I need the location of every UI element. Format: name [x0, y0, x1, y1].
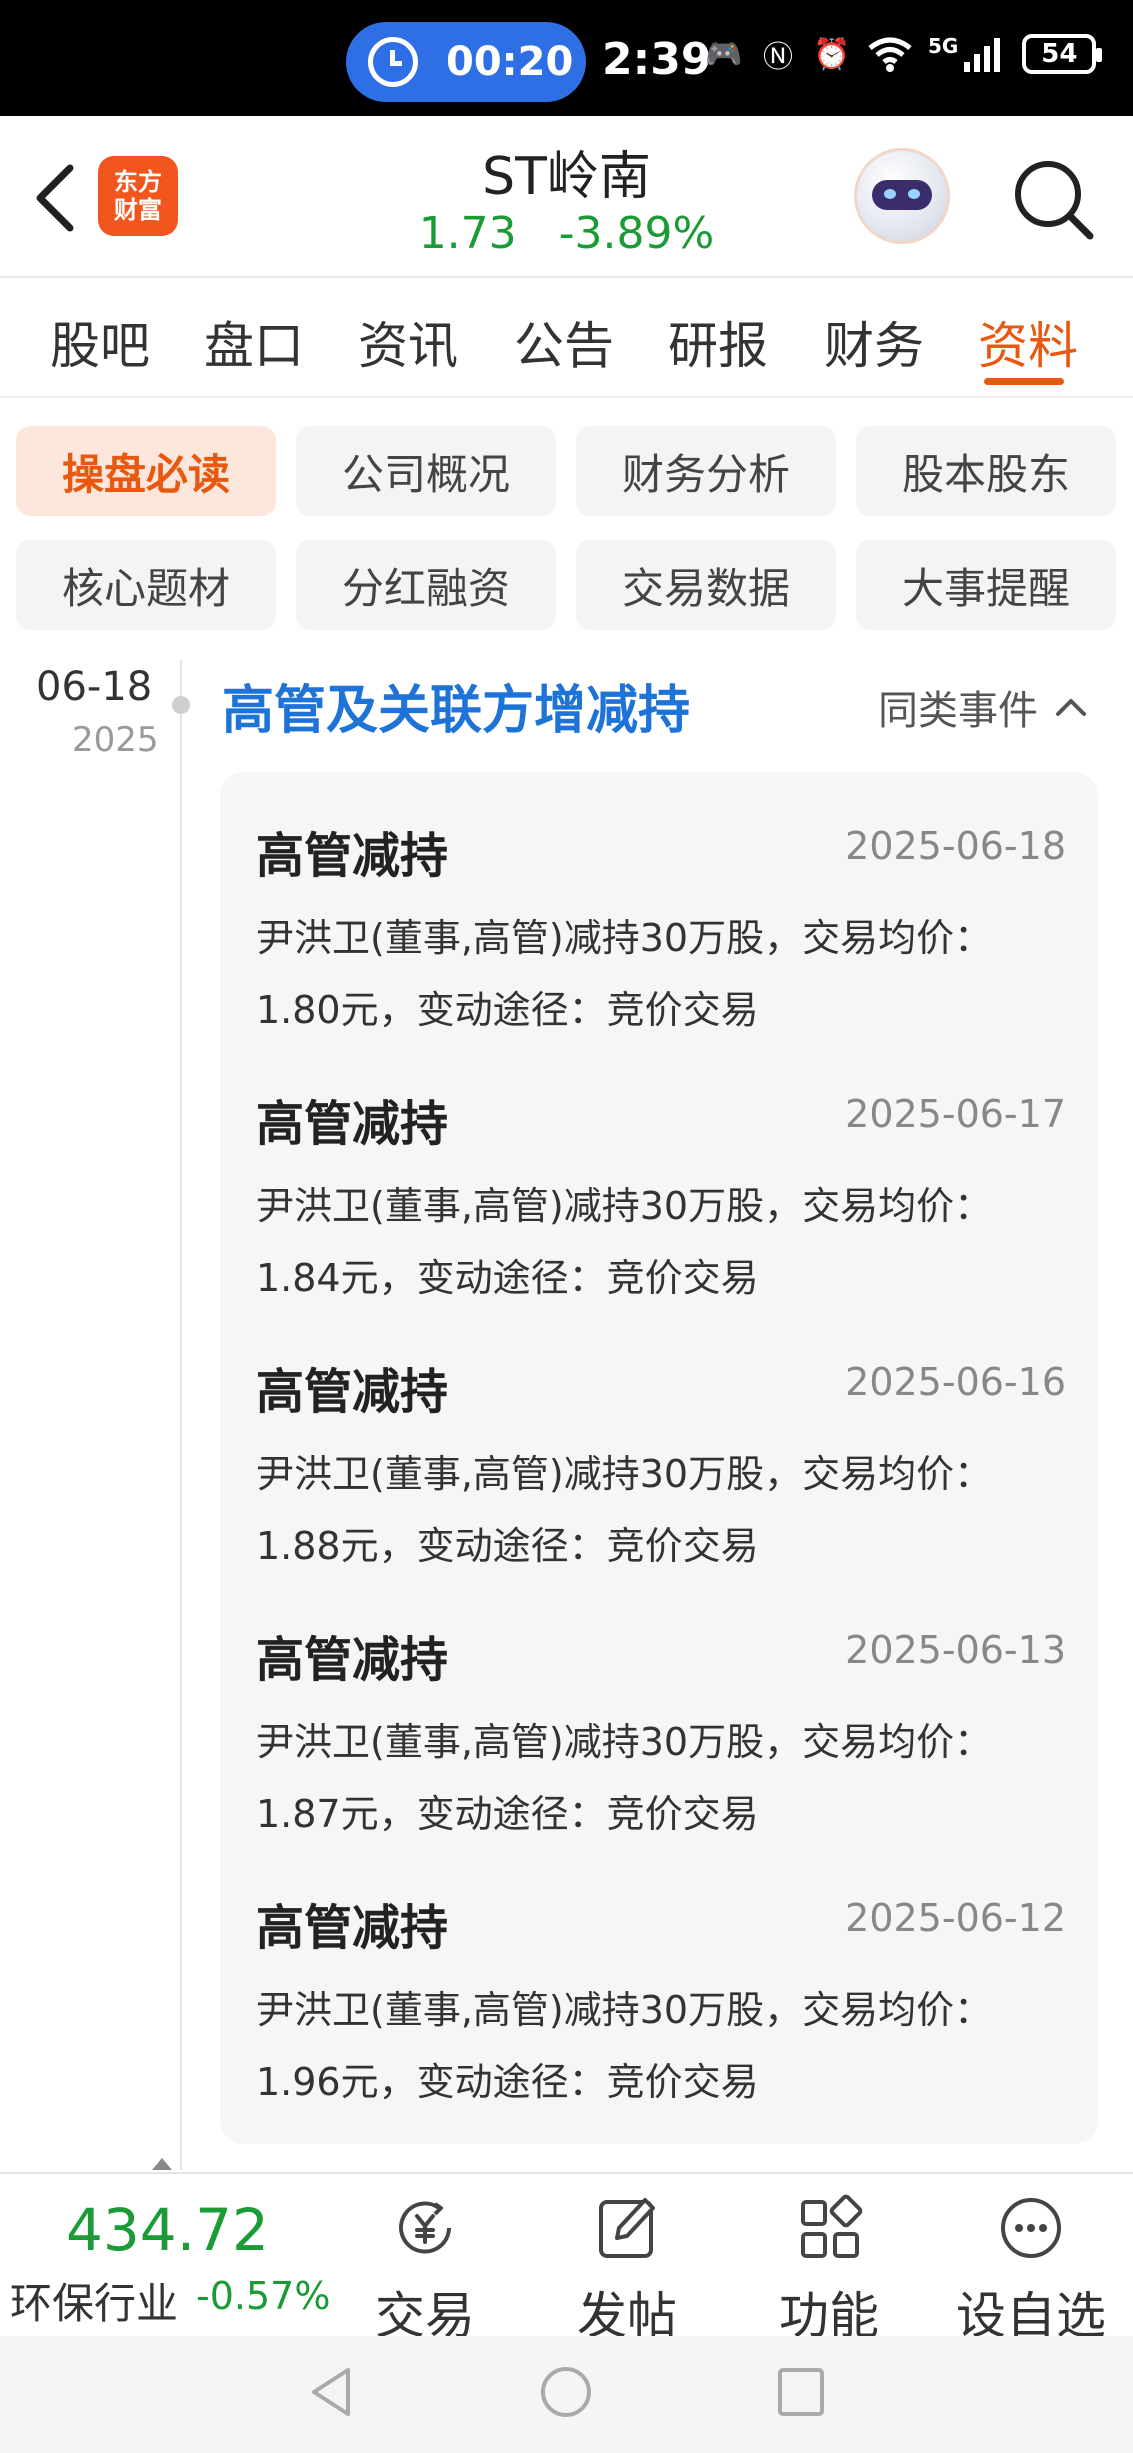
signal-icon: [964, 38, 1001, 72]
stock-price: 1.73: [418, 208, 517, 259]
trade-yen-icon: [399, 2201, 451, 2254]
nav-home-icon[interactable]: [538, 2364, 594, 2420]
tab-announcements[interactable]: 公告: [514, 306, 614, 378]
events-card: 高管减持 2025-06-18 尹洪卫(董事,高管)减持30万股，交易均价：1.…: [220, 772, 1098, 2144]
event-date: 2025-06-17: [845, 1092, 1066, 1136]
tab-bar: 股吧 盘口 资讯 公告 研报 财务 资料: [0, 278, 1133, 398]
event-description: 尹洪卫(董事,高管)减持30万股，交易均价：1.88元，变动途径：竞价交易: [256, 1452, 993, 1568]
stock-header: 东方 财富 ST岭南 1.73 -3.89%: [0, 116, 1133, 278]
tab-finance[interactable]: 财务: [824, 306, 924, 378]
event-date: 2025-06-13: [845, 1628, 1066, 1672]
grid-icon: [801, 2194, 863, 2258]
chip-dividends-financing[interactable]: 分红融资: [296, 540, 556, 630]
tab-profile[interactable]: 资料: [978, 306, 1078, 378]
industry-index-name[interactable]: 环保行业: [10, 2270, 178, 2331]
event-title: 高管减持: [256, 1364, 449, 1420]
timeline-date: 06-18: [36, 664, 153, 710]
robot-eye-right: [908, 189, 920, 199]
active-tab-indicator: [984, 378, 1064, 385]
chip-core-themes[interactable]: 核心题材: [16, 540, 276, 630]
timeline-line: [180, 660, 182, 2170]
event-title: 高管减持: [256, 1632, 449, 1688]
event-date: 2025-06-12: [845, 1896, 1066, 1940]
stock-name: ST岭南: [482, 147, 651, 207]
nfc-icon: Ⓝ: [763, 40, 793, 75]
more-icon: [1001, 2198, 1061, 2258]
similar-events-toggle[interactable]: 同类事件: [878, 678, 1088, 736]
stock-change: -3.89%: [558, 208, 715, 259]
chip-trading-data[interactable]: 交易数据: [576, 540, 836, 630]
robot-eye-left: [884, 189, 896, 199]
chip-event-reminders[interactable]: 大事提醒: [856, 540, 1116, 630]
wifi-icon: [868, 37, 912, 72]
robot-visor: [872, 180, 932, 210]
edit-icon: [599, 2198, 655, 2258]
search-icon: [1015, 161, 1094, 240]
tab-research[interactable]: 研报: [668, 306, 768, 378]
event-date: 2025-06-18: [845, 824, 1066, 868]
event-date: 2025-06-16: [845, 1360, 1066, 1404]
add-watchlist-button[interactable]: 设自选: [946, 2192, 1116, 2348]
nav-back-icon[interactable]: [306, 2364, 356, 2420]
chip-shareholders[interactable]: 股本股东: [856, 426, 1116, 516]
functions-button[interactable]: 功能: [744, 2192, 914, 2348]
stock-quote: 1.73 -3.89%: [0, 208, 1133, 259]
search-button[interactable]: [1008, 154, 1098, 244]
expand-caret-icon[interactable]: [152, 2158, 172, 2170]
chip-trading-must-read[interactable]: 操盘必读: [16, 426, 276, 516]
timeline-dot: [172, 696, 190, 714]
event-title: 高管减持: [256, 1096, 449, 1152]
event-description: 尹洪卫(董事,高管)减持30万股，交易均价：1.87元，变动途径：竞价交易: [256, 1720, 993, 1836]
timeline-year: 2025: [72, 720, 159, 760]
chip-company-overview[interactable]: 公司概况: [296, 426, 556, 516]
similar-events-label: 同类事件: [878, 688, 1038, 734]
chip-financial-analysis[interactable]: 财务分析: [576, 426, 836, 516]
event-description: 尹洪卫(董事,高管)减持30万股，交易均价：1.84元，变动途径：竞价交易: [256, 1184, 993, 1300]
ai-assistant-avatar[interactable]: [854, 148, 950, 244]
post-button[interactable]: 发帖: [542, 2192, 712, 2348]
event-description: 尹洪卫(董事,高管)减持30万股，交易均价：1.96元，变动途径：竞价交易: [256, 1988, 993, 2104]
event-title: 高管减持: [256, 828, 449, 884]
bottom-toolbar: 434.72 环保行业 -0.57% 交易 发帖 功能 设自选: [0, 2158, 1133, 2345]
industry-index-change: -0.57%: [196, 2274, 331, 2318]
nav-recents-icon[interactable]: [776, 2364, 826, 2420]
game-icon: 🎮: [705, 36, 743, 72]
system-nav-bar: [0, 2336, 1133, 2453]
alarm-time: 00:20: [446, 39, 574, 85]
event-description: 尹洪卫(董事,高管)减持30万股，交易均价：1.80元，变动途径：竞价交易: [256, 916, 993, 1032]
status-time: 2:39: [602, 34, 712, 85]
alarm-clock-icon: [368, 37, 418, 87]
event-title: 高管减持: [256, 1900, 449, 1956]
section-title[interactable]: 高管及关联方增减持: [222, 668, 690, 743]
alarm-pill[interactable]: 00:20: [346, 22, 586, 102]
battery-icon: 54: [1022, 34, 1103, 74]
alarm-icon: ⏰: [813, 36, 851, 72]
status-icons: 🎮 Ⓝ ⏰ 5G 54: [704, 34, 1103, 75]
chevron-up-icon: [1056, 699, 1086, 716]
tab-guba[interactable]: 股吧: [50, 306, 150, 378]
tab-pankou[interactable]: 盘口: [204, 306, 304, 378]
tab-news[interactable]: 资讯: [358, 306, 458, 378]
status-bar: 00:20 2:39 🎮 Ⓝ ⏰ 5G 54: [0, 0, 1133, 116]
trade-button[interactable]: 交易: [340, 2192, 510, 2348]
industry-index-value[interactable]: 434.72: [66, 2196, 269, 2264]
network-type: 5G: [928, 34, 959, 58]
